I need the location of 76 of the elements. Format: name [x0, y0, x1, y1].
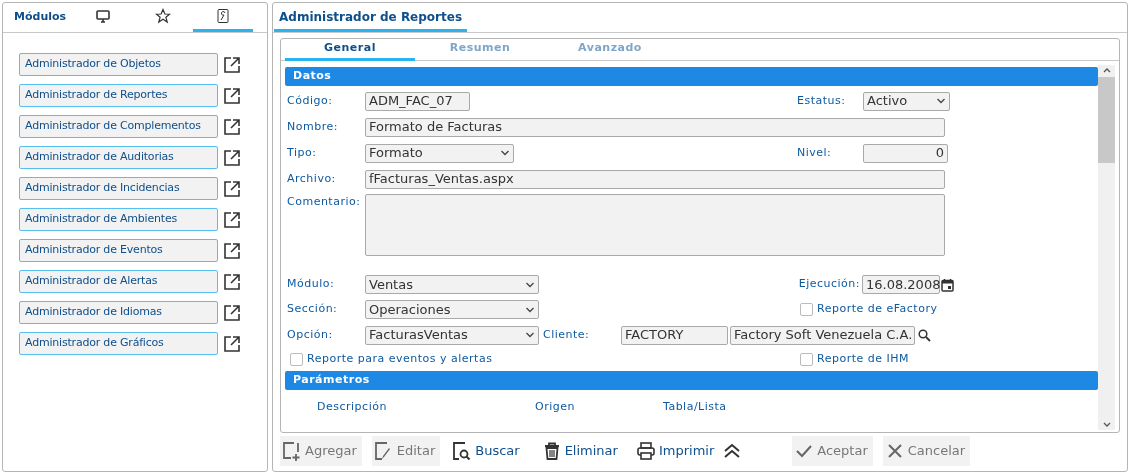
- open-window-icon[interactable]: [222, 178, 242, 199]
- calendar-icon[interactable]: [941, 277, 954, 292]
- open-window-icon[interactable]: [222, 116, 242, 137]
- open-window-icon[interactable]: [222, 240, 242, 261]
- dropdown[interactable]: Ventas: [365, 275, 539, 294]
- monitor-icon: [95, 7, 111, 24]
- add-icon: [282, 441, 302, 461]
- chevron-icon: [936, 97, 946, 105]
- toolbar-button[interactable]: Buscar: [450, 436, 522, 466]
- open-window-icon[interactable]: [222, 302, 242, 323]
- search-icon[interactable]: [918, 328, 931, 342]
- dropdown[interactable]: FacturasVentas: [365, 325, 539, 345]
- module-button[interactable]: Administrador de Objetos: [19, 53, 218, 76]
- comment-field[interactable]: [365, 194, 945, 256]
- field-label: Nombre:: [286, 118, 339, 135]
- input-field[interactable]: Formato de Facturas: [365, 117, 945, 137]
- module-button[interactable]: Administrador de Gráficos: [19, 332, 218, 355]
- input-field[interactable]: FACTORY: [621, 325, 728, 345]
- field-label: Estatus:: [796, 92, 847, 109]
- module-button[interactable]: Administrador de Auditorias: [19, 146, 218, 169]
- open-window-icon[interactable]: [222, 209, 242, 230]
- checkbox-label: Reporte para eventos y alertas: [307, 350, 493, 367]
- input-field[interactable]: ADM_FAC_07: [365, 91, 470, 111]
- star-icon: [155, 7, 171, 24]
- checkbox-label: Reporte de eFactory: [817, 301, 938, 318]
- section-header: Datos: [285, 67, 1098, 86]
- input-field[interactable]: Factory Soft Venezuela C.A.: [730, 325, 915, 345]
- field-label: Tipo:: [286, 144, 318, 161]
- input-field[interactable]: fFacturas_Ventas.aspx: [365, 169, 945, 189]
- module-button[interactable]: Administrador de Reportes: [19, 84, 218, 107]
- open-window-icon[interactable]: [222, 271, 242, 292]
- open-window-icon[interactable]: [222, 333, 242, 354]
- toolbar-button[interactable]: Imprimir: [633, 436, 717, 466]
- column-header: Descripción: [317, 398, 388, 415]
- module-button[interactable]: Administrador de Incidencias: [19, 177, 218, 200]
- input-field[interactable]: 16.08.2008: [862, 275, 940, 294]
- field-label: Archivo:: [286, 170, 337, 187]
- module-button[interactable]: Administrador de Ambientes: [19, 208, 218, 231]
- chevron-icon: [500, 149, 510, 157]
- dropdown[interactable]: Activo: [863, 91, 950, 111]
- open-window-icon[interactable]: [222, 85, 242, 106]
- field-label: Comentario:: [286, 194, 362, 210]
- dropdown[interactable]: Operaciones: [365, 300, 539, 319]
- document-tab[interactable]: Administrador de Reportes: [274, 4, 468, 32]
- input-field[interactable]: 0: [863, 143, 948, 163]
- module-button[interactable]: Administrador de Alertas: [19, 270, 218, 293]
- scrollbar-thumb[interactable]: [1098, 77, 1115, 163]
- field-label: Código:: [286, 92, 334, 109]
- field-label: Opción:: [286, 326, 334, 343]
- checkbox-label: Reporte de IHM: [817, 350, 909, 367]
- section-header: Parámetros: [285, 371, 1098, 390]
- module-button[interactable]: Administrador de Eventos: [19, 239, 218, 262]
- field-label: Sección:: [286, 301, 339, 318]
- checkbox[interactable]: [290, 352, 303, 366]
- sidebar-title: Módulos: [13, 8, 68, 25]
- field-label: Cliente:: [542, 326, 591, 343]
- column-header: Tabla/Lista: [663, 398, 727, 415]
- field-label: Nivel:: [796, 144, 833, 161]
- search-icon: [452, 441, 473, 461]
- open-window-icon[interactable]: [222, 147, 242, 168]
- toolbar-button[interactable]: Eliminar: [539, 436, 620, 466]
- form-tab[interactable]: General: [285, 39, 415, 61]
- module-button[interactable]: Administrador de Complementos: [19, 115, 218, 138]
- open-window-icon[interactable]: [222, 54, 242, 75]
- chevron-icon: [525, 280, 535, 289]
- printer-icon: [635, 441, 656, 461]
- field-label: Ejecución:: [797, 276, 861, 293]
- column-header: Origen: [535, 398, 576, 415]
- chevron-icon: [525, 331, 535, 339]
- chevron-icon: [525, 305, 535, 314]
- checkbox[interactable]: [800, 303, 813, 316]
- scrollbar[interactable]: [1098, 65, 1115, 430]
- module-button[interactable]: Administrador de Idiomas: [19, 301, 218, 324]
- dropdown[interactable]: Formato: [365, 143, 514, 163]
- checkbox[interactable]: [800, 352, 813, 366]
- field-label: Módulo:: [286, 276, 336, 293]
